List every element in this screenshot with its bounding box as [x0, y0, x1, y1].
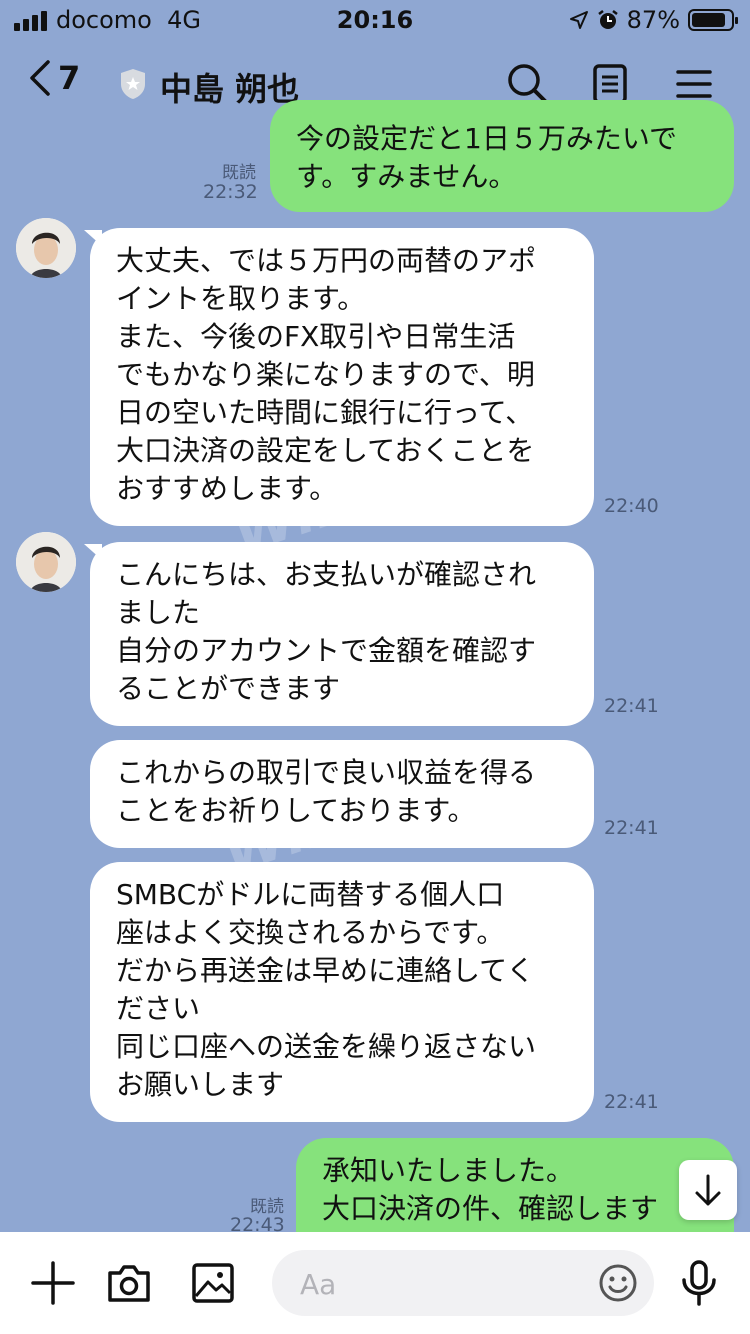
battery-percent: 87%	[626, 6, 680, 34]
message-line: 今の設定だと1日５万みたいで	[296, 122, 677, 155]
message-line: 自分のアカウントで金額を確認す	[116, 634, 537, 667]
input-bar	[0, 1232, 750, 1334]
plus-icon[interactable]	[28, 1258, 78, 1308]
message-bubble-incoming[interactable]: こんにちは、お支払いが確認され ました 自分のアカウントで金額を確認す ることが…	[90, 542, 594, 726]
message-line: ださい	[116, 992, 201, 1025]
unread-count: 7	[58, 59, 81, 97]
status-bar: docomo 4G 20:16 87%	[0, 0, 750, 40]
location-arrow-icon	[569, 11, 588, 29]
message-line: 同じ口座への送金を繰り返さない	[116, 1030, 537, 1063]
chat-screen: WikiFX WikiFX docomo 4G 20:16 87%	[0, 0, 750, 1334]
message-bubble-incoming[interactable]: これからの取引で良い収益を得る ことをお祈りしております。	[90, 740, 594, 848]
message-time: 22:41	[604, 1091, 659, 1113]
message-line: 大口決済の件、確認します	[322, 1192, 659, 1225]
message-input-field[interactable]	[272, 1250, 654, 1316]
message-line: おすすめします。	[116, 472, 338, 505]
message-time: 22:32	[203, 181, 258, 203]
image-icon[interactable]	[188, 1258, 238, 1308]
avatar-face-icon	[16, 532, 76, 592]
message-time: 22:41	[604, 695, 659, 717]
message-line: 大丈夫、では５万円の両替のアポ	[116, 244, 537, 277]
message-line: イントを取ります。	[116, 282, 366, 315]
message-line: お願いします	[116, 1068, 285, 1101]
message-line: ことをお祈りしております。	[116, 794, 476, 827]
message-line: こんにちは、お支払いが確認され	[116, 558, 537, 591]
message-line: 日の空いた時間に銀行に行って、	[116, 396, 534, 429]
avatar[interactable]	[16, 532, 76, 592]
message-line: また、今後のFX取引や日常生活	[116, 320, 516, 353]
chevron-left-icon	[30, 60, 50, 96]
battery-icon	[688, 9, 738, 31]
read-receipt: 既読	[222, 163, 256, 183]
message-bubble-incoming[interactable]: SMBCがドルに両替する個人口 座はよく交換されるからです。 だから再送金は早め…	[90, 862, 594, 1122]
message-input[interactable]	[298, 1264, 592, 1304]
message-line: 承知いたしました。	[322, 1154, 575, 1187]
message-bubble-incoming[interactable]: 大丈夫、では５万円の両替のアポ イントを取ります。 また、今後のFX取引や日常生…	[90, 228, 594, 526]
message-time: 22:41	[604, 817, 659, 839]
message-line: SMBCがドルに両替する個人口	[116, 878, 505, 911]
emoji-icon[interactable]	[598, 1263, 638, 1303]
avatar[interactable]	[16, 218, 76, 278]
back-button[interactable]: 7	[28, 58, 80, 98]
message-line: 座はよく交換されるからです。	[116, 916, 505, 949]
status-right: 87%	[569, 6, 738, 34]
message-line: 大口決済の設定をしておくことを	[116, 434, 535, 467]
message-line: だから再送金は早めに連絡してく	[116, 954, 535, 987]
message-line: これからの取引で良い収益を得る	[116, 756, 537, 789]
scroll-to-bottom-button[interactable]	[679, 1160, 737, 1220]
message-line: でもかなり楽になりますので、明	[116, 358, 535, 391]
message-line: ることができます	[116, 672, 341, 705]
contact-name[interactable]: 中島 朔也	[160, 64, 299, 110]
avatar-face-icon	[16, 218, 76, 278]
arrow-down-icon	[695, 1174, 721, 1206]
camera-icon[interactable]	[104, 1258, 154, 1308]
message-time: 22:40	[604, 495, 659, 517]
message-line: ました	[116, 596, 201, 629]
microphone-icon[interactable]	[674, 1258, 724, 1308]
battery-fill	[692, 13, 726, 27]
message-line: す。すみません。	[296, 160, 517, 193]
star-shield-icon	[121, 69, 145, 99]
alarm-clock-icon	[597, 10, 618, 29]
message-bubble-outgoing[interactable]: 今の設定だと1日５万みたいで す。すみません。	[270, 100, 734, 212]
